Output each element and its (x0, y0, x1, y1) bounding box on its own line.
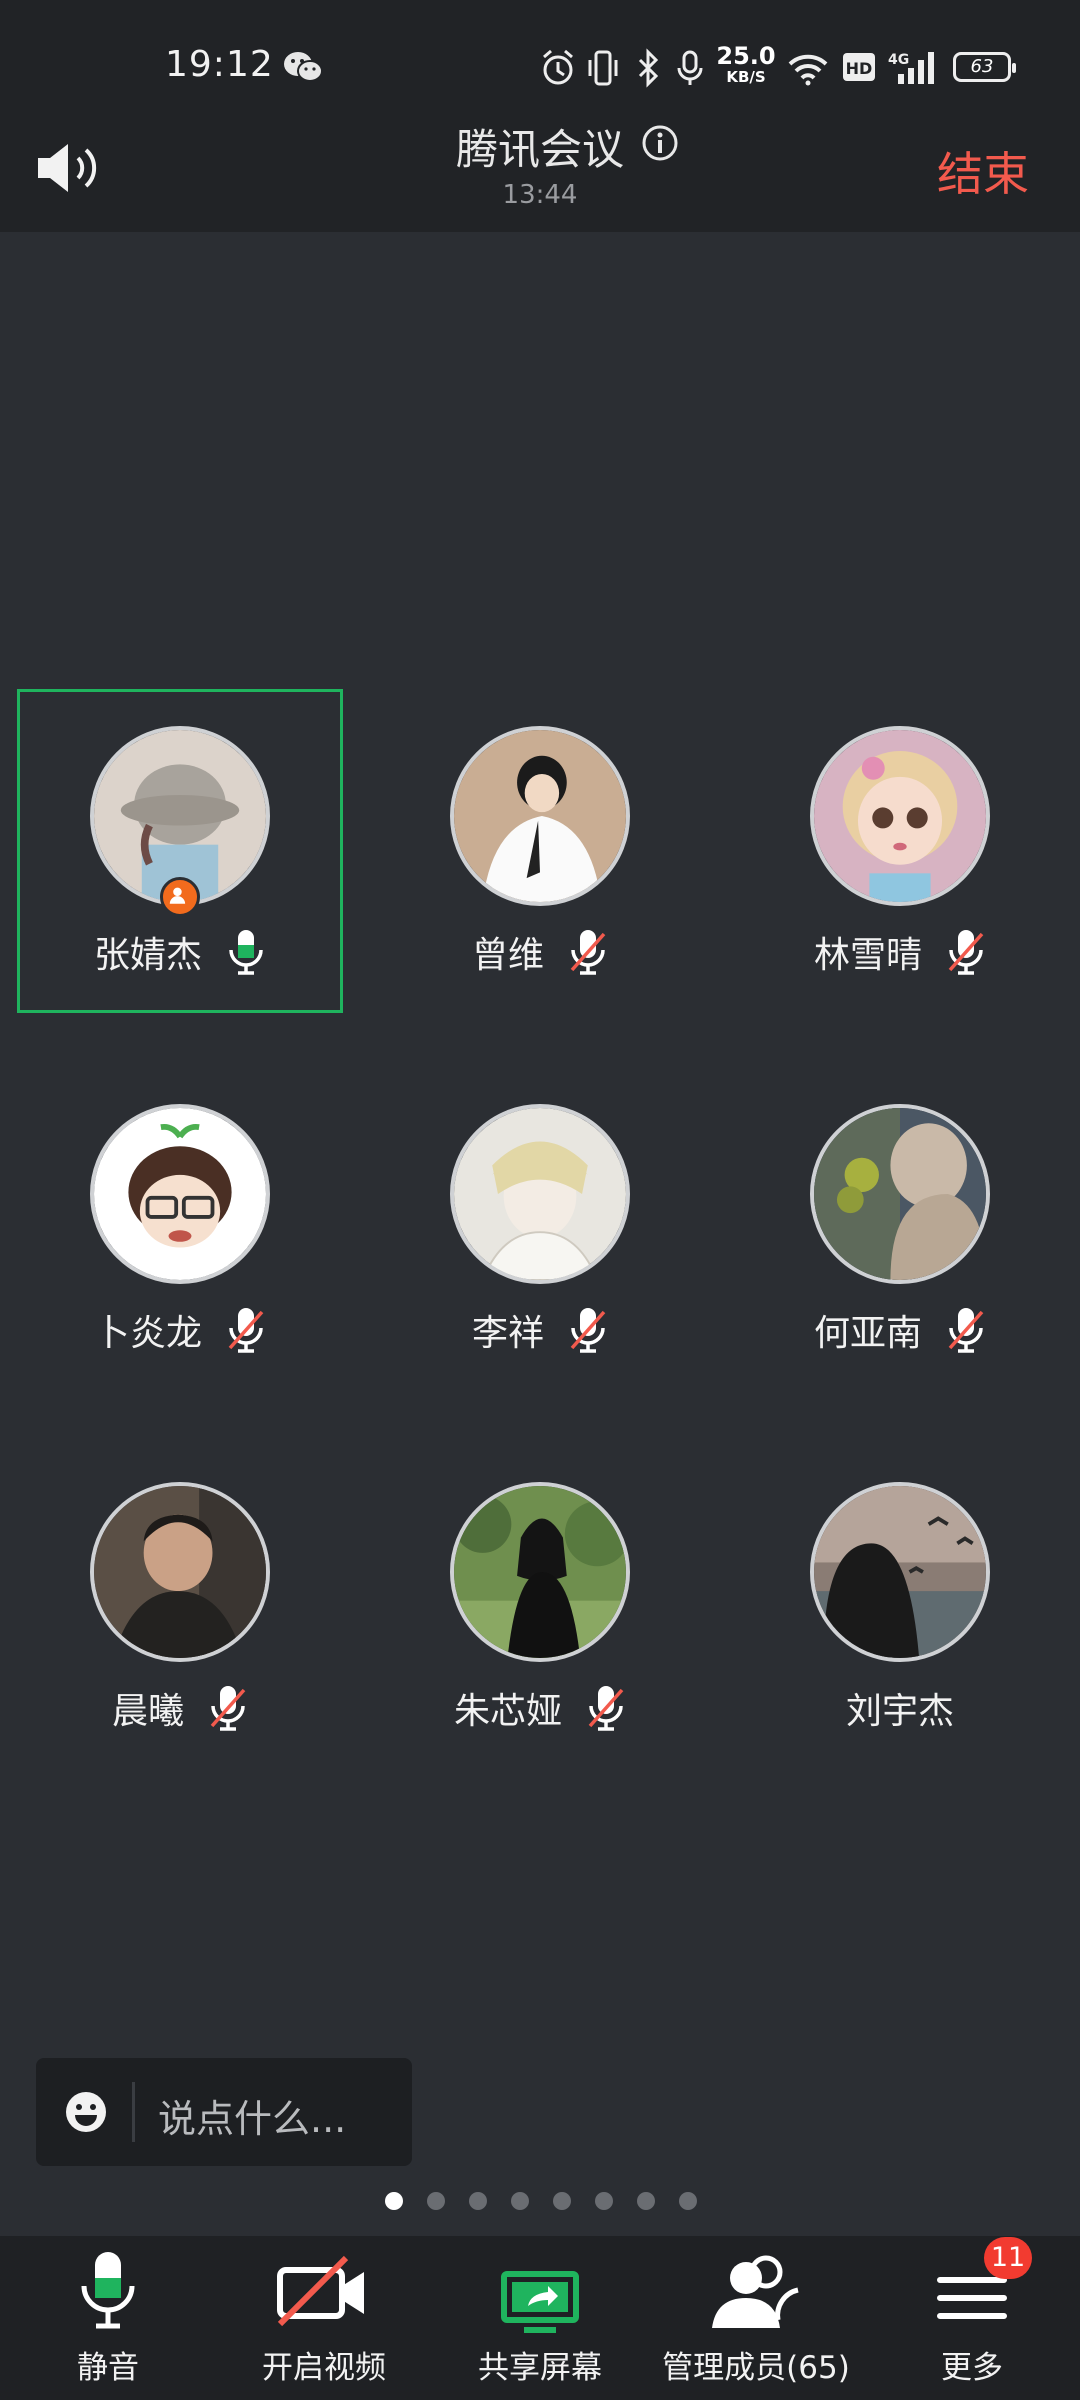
participant-name: 朱芯娅 (453, 1691, 562, 1732)
start-video-button[interactable]: 开启视频 (216, 2236, 432, 2400)
wifi-icon (788, 54, 828, 86)
signal-4g-icon: 4G (888, 52, 934, 84)
participant-name: 卜炎龙 (93, 1313, 202, 1354)
mute-label: 静音 (77, 2350, 139, 2386)
participant-name: 刘宇杰 (845, 1691, 954, 1732)
end-meeting-button[interactable]: 结束 (937, 138, 1029, 204)
meeting-title[interactable]: 腾讯会议 (456, 116, 624, 177)
info-icon[interactable] (641, 124, 679, 162)
page-dot[interactable] (679, 2192, 697, 2210)
participant-name-row: 李祥 (420, 1304, 660, 1356)
page-dot[interactable] (637, 2192, 655, 2210)
participant-name-row: 刘宇杰 (780, 1682, 1020, 1734)
more-label: 更多 (941, 2350, 1003, 2386)
more-button[interactable]: 更多 (864, 2236, 1080, 2400)
participant-tile[interactable]: 刘宇杰 (780, 1446, 1020, 1732)
status-time: 19:12 (165, 44, 274, 85)
participant-name: 张婧杰 (93, 935, 202, 976)
participant-name: 何亚南 (813, 1313, 922, 1354)
more-notification-badge: 11 (984, 2237, 1032, 2279)
share-label: 共享屏幕 (478, 2350, 602, 2386)
avatar (810, 1482, 990, 1662)
participant-tile[interactable]: 曾维 (420, 690, 660, 976)
members-label: 管理成员(65) (662, 2350, 850, 2386)
participant-tile[interactable]: 朱芯娅 (420, 1446, 660, 1732)
chat-input[interactable]: 说点什么... (36, 2058, 412, 2166)
participant-name: 曾维 (471, 935, 544, 976)
page-dot[interactable] (385, 2192, 403, 2210)
participant-name-row: 朱芯娅 (420, 1682, 660, 1734)
page-dot[interactable] (511, 2192, 529, 2210)
mic-muted-icon[interactable] (946, 928, 986, 976)
mic-muted-icon[interactable] (568, 1306, 608, 1354)
participant-name-row: 林雪晴 (780, 926, 1020, 978)
avatar (450, 1482, 630, 1662)
wechat-icon (284, 52, 323, 82)
participant-name-row: 卜炎龙 (60, 1304, 300, 1356)
net-speed-value: 25.0 (716, 42, 776, 70)
mic-muted-icon[interactable] (946, 1306, 986, 1354)
hd-icon: HD (843, 53, 875, 81)
bluetooth-icon (638, 48, 659, 88)
avatar (90, 1104, 270, 1284)
participant-tile[interactable]: 林雪晴 (780, 690, 1020, 976)
participant-name-row: 晨曦 (60, 1682, 300, 1734)
mic-on-icon[interactable] (226, 928, 266, 976)
participant-name: 林雪晴 (813, 935, 922, 976)
participant-name-row: 曾维 (420, 926, 660, 978)
video-label: 开启视频 (262, 2350, 386, 2386)
share-screen-button[interactable]: 共享屏幕 (432, 2236, 648, 2400)
meeting-duration: 13:44 (502, 180, 578, 210)
page-dot[interactable] (595, 2192, 613, 2210)
page-dot[interactable] (427, 2192, 445, 2210)
status-bar: 19:12 25.0 KB/S HD 4G 63 (0, 0, 1080, 130)
meeting-title-wrap: 腾讯会议 (0, 116, 1080, 177)
mic-muted-icon[interactable] (586, 1684, 626, 1732)
participant-name: 晨曦 (111, 1691, 184, 1732)
participant-name: 李祥 (471, 1313, 544, 1354)
participant-tile[interactable]: 卜炎龙 (60, 1068, 300, 1354)
mic-icon (677, 50, 703, 85)
participant-tile[interactable]: 何亚南 (780, 1068, 1020, 1354)
participant-name-row: 何亚南 (780, 1304, 1020, 1356)
manage-members-button[interactable]: 管理成员(65) (648, 2236, 864, 2400)
battery-icon: 63 (953, 52, 1016, 82)
vibrate-icon (588, 50, 618, 86)
avatar (450, 1104, 630, 1284)
video-off-icon (277, 2255, 364, 2327)
chat-divider (132, 2082, 135, 2142)
page-dot[interactable] (469, 2192, 487, 2210)
emoji-icon[interactable] (64, 2090, 108, 2134)
mic-muted-icon[interactable] (568, 928, 608, 976)
mic-muted-icon[interactable] (208, 1684, 248, 1732)
avatar (450, 726, 630, 906)
participant-name-row: 张婧杰 (60, 926, 300, 978)
net-speed: 25.0 KB/S (716, 44, 776, 85)
participant-tile[interactable]: 李祥 (420, 1068, 660, 1354)
svg-text:HD: HD (846, 59, 873, 78)
page-dot[interactable] (553, 2192, 571, 2210)
host-badge-icon (160, 877, 200, 917)
members-icon (712, 2255, 799, 2328)
avatar (90, 1482, 270, 1662)
participant-tile[interactable]: 晨曦 (60, 1446, 300, 1732)
mic-muted-icon[interactable] (226, 1306, 266, 1354)
svg-text:4G: 4G (888, 52, 909, 68)
alarm-icon (543, 49, 573, 85)
share-screen-icon (501, 2271, 579, 2333)
bottom-toolbar: 静音 开启视频 共享屏幕 管理成员(65) 更多 (0, 2236, 1080, 2400)
mute-button[interactable]: 静音 (0, 2236, 216, 2400)
microphone-icon (81, 2252, 135, 2329)
net-speed-unit: KB/S (726, 68, 766, 86)
chat-placeholder: 说点什么... (158, 2097, 347, 2141)
avatar (810, 726, 990, 906)
avatar (810, 1104, 990, 1284)
page-indicator (385, 2192, 697, 2210)
